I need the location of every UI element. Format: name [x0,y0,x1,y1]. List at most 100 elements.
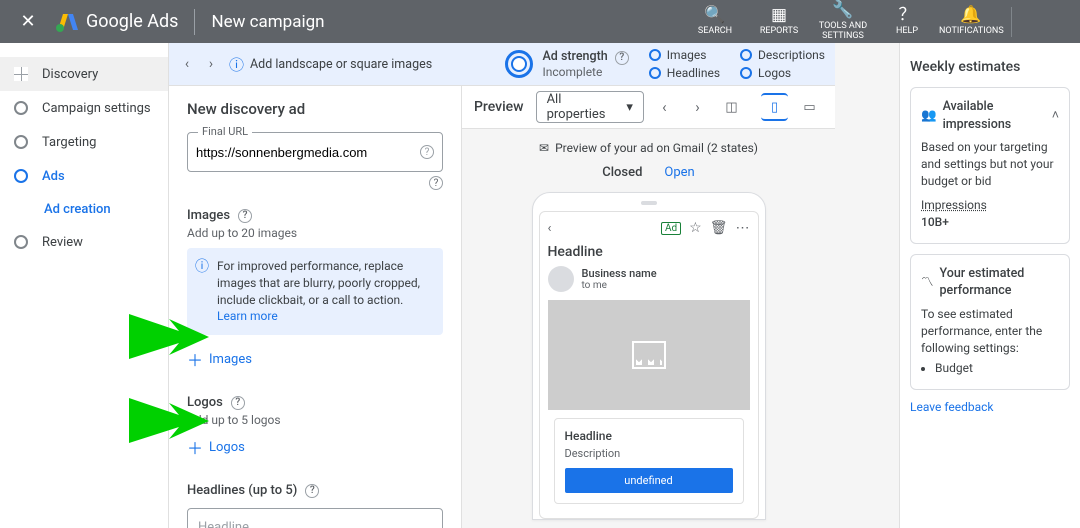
reports-icon: ▦ [747,6,811,25]
tool-notifications[interactable]: 🔔NOTIFICATIONS [939,6,1003,37]
star-icon[interactable]: ☆ [689,220,702,236]
help-icon[interactable]: ? [615,51,629,65]
device-mobile-icon[interactable]: ▯ [761,93,788,121]
cta-button[interactable]: undefined [565,468,733,493]
learn-more-link[interactable]: Learn more [217,309,278,323]
check-headlines: Headlines [667,66,720,80]
nav-ad-creation[interactable]: Ad creation [0,193,168,225]
bell-icon: 🔔 [939,6,1003,25]
card2-body: To see estimated performance, enter the … [921,306,1059,356]
images-info-box: ⓘ For improved performance, replace imag… [187,248,443,335]
info-icon: ⓘ [195,258,209,278]
preview-next[interactable]: › [685,98,710,116]
preview-headline: Headline [548,244,750,260]
image-icon [632,341,666,369]
tab-open[interactable]: Open [664,165,694,180]
add-images-button[interactable]: ＋Images [187,347,443,371]
step-icon [14,135,28,149]
help-icon[interactable]: ? [231,396,245,410]
impressions-value: 10B+ [921,214,1059,231]
help-icon[interactable]: ? [238,209,252,223]
chevron-down-icon: ▾ [626,100,633,115]
search-icon: 🔍 [683,6,747,25]
left-nav: Discovery Campaign settings Targeting Ad… [0,43,169,528]
nav-ads[interactable]: Ads [0,159,168,193]
gmail-card: ‹ Ad ☆ 🗑 ⋯ Headline Business name [539,211,759,519]
nav-discovery[interactable]: Discovery [0,57,168,91]
properties-dropdown[interactable]: All properties▾ [536,91,644,123]
status-ring-icon [740,67,752,79]
trash-icon[interactable]: 🗑 [710,220,728,236]
page-title: New campaign [211,12,324,32]
topbar: ✕ Google Ads New campaign 🔍SEARCH ▦REPOR… [0,0,1080,43]
device-split-icon[interactable]: ◫ [718,93,745,121]
leave-feedback-link[interactable]: Leave feedback [910,400,1070,414]
help-icon: ？ [875,6,939,25]
plus-icon: ＋ [187,347,203,371]
right-sidebar: Weekly estimates 👥Available impressions˄… [900,43,1080,528]
tool-help[interactable]: ？HELP [875,6,939,37]
infobar-message: Add landscape or square images [250,57,432,72]
add-logos-button[interactable]: ＋Logos [187,435,443,459]
help-icon[interactable]: ? [429,176,443,190]
nav-campaign-settings[interactable]: Campaign settings [0,91,168,125]
plus-icon: ＋ [187,435,203,459]
check-logos: Logos [758,66,791,80]
form-body: New discovery ad Final URL ? ? Images? A… [169,86,461,528]
tool-search[interactable]: 🔍SEARCH [683,6,747,37]
wrench-icon: 🔧 [811,1,875,20]
ad-strength-ring [505,50,533,78]
infobar: ‹ › ⓘ Add landscape or square images Ad … [169,43,835,86]
status-ring-icon [649,49,661,61]
final-url-label: Final URL [198,125,252,138]
tool-tools[interactable]: 🔧TOOLS AND SETTINGS [811,1,875,41]
tab-closed[interactable]: Closed [602,165,642,180]
step-icon [14,169,28,183]
card-description: Description [565,447,733,460]
google-ads-logo [54,10,78,34]
more-icon[interactable]: ⋯ [736,220,750,236]
to-me-label: to me [582,280,657,291]
close-icon[interactable]: ✕ [10,11,46,32]
phone-preview: ‹ Ad ☆ 🗑 ⋯ Headline Business name [532,192,766,520]
phone-speaker [641,201,657,205]
preview-message: Preview of your ad on Gmail (2 states) [555,141,758,155]
form-heading: New discovery ad [187,100,443,118]
images-subtitle: Add up to 20 images [187,226,443,240]
final-url-field[interactable]: Final URL ? [187,132,443,172]
inner-card: Headline Description undefined [554,418,744,504]
preview-label: Preview [474,99,524,115]
check-descriptions: Descriptions [758,48,825,62]
next-tip-icon[interactable]: › [199,56,223,72]
available-impressions-card: 👥Available impressions˄ Based on your ta… [910,87,1070,244]
brand-text: Google Ads [86,11,178,32]
card-headline: Headline [565,429,733,443]
preview-toolbar: Preview All properties▾ ‹ › ◫ ▯ ▭ [462,86,835,129]
people-icon: 👥 [921,107,937,125]
step-icon [14,101,28,115]
images-title: Images [187,208,230,223]
nav-review[interactable]: Review [0,225,168,259]
card1-body: Based on your targeting and settings but… [921,139,1059,189]
image-placeholder [548,300,750,410]
device-desktop-icon[interactable]: ▭ [796,93,823,121]
nav-targeting[interactable]: Targeting [0,125,168,159]
back-icon[interactable]: ‹ [548,221,552,236]
preview-prev[interactable]: ‹ [652,98,677,116]
weekly-estimates-title: Weekly estimates [910,59,1070,75]
help-icon[interactable]: ? [420,145,434,159]
logos-subtitle: Add up to 5 logos [187,413,443,427]
help-icon[interactable]: ? [305,484,319,498]
ad-strength-value: Incomplete [543,65,629,79]
status-ring-icon [740,49,752,61]
headline-input[interactable]: Headline [187,508,443,528]
prev-tip-icon[interactable]: ‹ [175,56,199,72]
center-panel: ‹ › ⓘ Add landscape or square images Ad … [169,43,900,528]
tool-reports[interactable]: ▦REPORTS [747,6,811,37]
final-url-input[interactable] [196,145,416,160]
business-name: Business name [582,267,657,280]
step-icon [14,235,28,249]
check-images: Images [667,48,707,62]
impressions-label: Impressions [921,197,1059,214]
chevron-up-icon[interactable]: ˄ [1052,107,1059,125]
